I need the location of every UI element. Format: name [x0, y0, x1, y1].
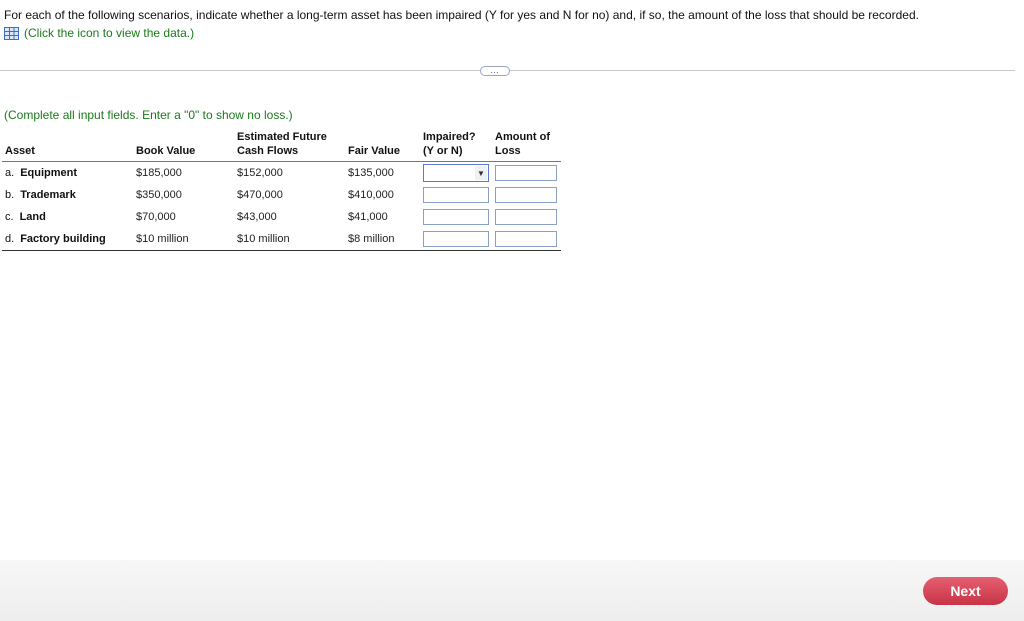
impaired-select-a[interactable]: ▼	[423, 164, 489, 182]
impaired-input-d[interactable]	[423, 231, 489, 247]
impairment-table: Asset Book Value Estimated Future Cash Fl…	[2, 128, 561, 251]
instruction-text: (Complete all input fields. Enter a "0" …	[4, 108, 293, 122]
asset-cell: d. Factory building	[2, 228, 133, 251]
cash-flows-cell: $10 million	[234, 228, 345, 251]
next-button[interactable]: Next	[923, 577, 1008, 605]
question-text: For each of the following scenarios, ind…	[4, 8, 919, 22]
loss-input-a[interactable]	[495, 165, 557, 181]
table-row: b. Trademark $350,000 $470,000 $410,000	[2, 184, 561, 206]
table-header-row: Asset Book Value Estimated Future Cash Fl…	[2, 128, 561, 162]
impaired-input-c[interactable]	[423, 209, 489, 225]
asset-cell: b. Trademark	[5, 189, 76, 201]
cash-flows-cell: $152,000	[237, 167, 283, 179]
impaired-input-b[interactable]	[423, 187, 489, 203]
view-data-link[interactable]: (Click the icon to view the data.)	[4, 26, 194, 40]
loss-input-c[interactable]	[495, 209, 557, 225]
fair-value-cell: $410,000	[348, 189, 394, 201]
asset-cell: a. Equipment	[5, 167, 78, 179]
table-grid-icon[interactable]	[4, 26, 19, 40]
fair-value-cell: $8 million	[345, 228, 420, 251]
footer-bar	[0, 560, 1024, 621]
table-row: a. Equipment $185,000 $152,000 $135,000 ▼	[2, 162, 561, 185]
more-button[interactable]: …	[480, 64, 510, 76]
header-asset: Asset	[2, 128, 133, 162]
header-book-value: Book Value	[133, 128, 234, 162]
table-row: c. Land $70,000 $43,000 $41,000	[2, 206, 561, 228]
header-loss: Amount of Loss	[492, 128, 561, 162]
header-impaired: Impaired? (Y or N)	[420, 128, 492, 162]
fair-value-cell: $135,000	[348, 167, 394, 179]
book-value-cell: $70,000	[136, 211, 176, 223]
header-cash-flows: Estimated Future Cash Flows	[234, 128, 345, 162]
asset-cell: c. Land	[5, 211, 46, 223]
fair-value-cell: $41,000	[348, 211, 388, 223]
table-row: d. Factory building $10 million $10 milli…	[2, 228, 561, 251]
book-value-cell: $10 million	[133, 228, 234, 251]
book-value-cell: $185,000	[136, 167, 182, 179]
chevron-down-icon[interactable]: ▼	[475, 166, 487, 180]
book-value-cell: $350,000	[136, 189, 182, 201]
header-fair-value: Fair Value	[345, 128, 420, 162]
cash-flows-cell: $470,000	[237, 189, 283, 201]
more-button-label: …	[490, 64, 500, 75]
loss-input-b[interactable]	[495, 187, 557, 203]
view-data-label[interactable]: (Click the icon to view the data.)	[24, 26, 194, 40]
cash-flows-cell: $43,000	[237, 211, 277, 223]
loss-input-d[interactable]	[495, 231, 557, 247]
